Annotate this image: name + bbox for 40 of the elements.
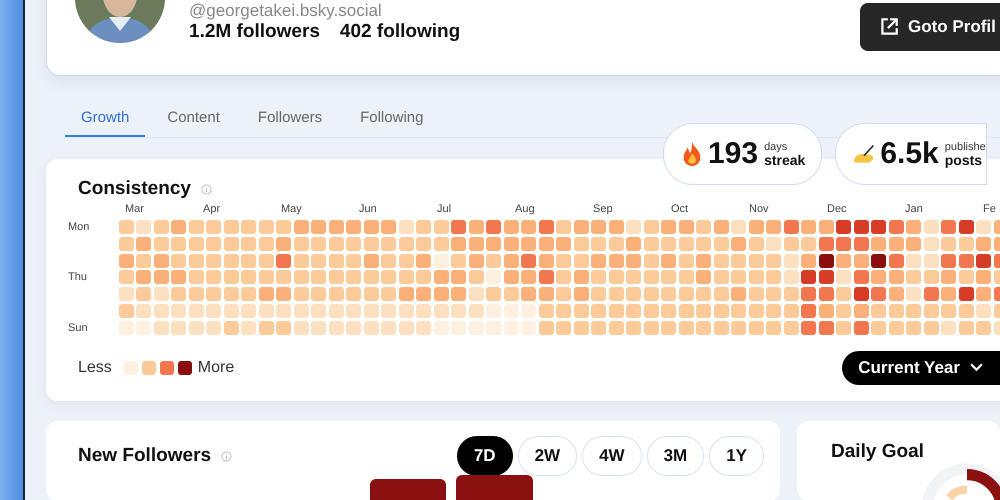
stat-value: 6.5k (880, 137, 939, 171)
month-label: Oct (671, 203, 690, 217)
day-label: Thu (68, 271, 88, 284)
stat-label: posts (944, 154, 982, 167)
month-label: Dec (827, 203, 848, 217)
following-count: 402 following (340, 21, 460, 43)
month-label: Jul (437, 203, 452, 217)
tab[interactable]: Content (151, 105, 236, 137)
stat-value: 193 (708, 137, 758, 171)
month-label: Nov (749, 203, 770, 217)
month-label: Fe (983, 203, 997, 217)
range-button[interactable]: 4W (582, 436, 642, 476)
day-label: Sun (68, 322, 89, 334)
range-button[interactable]: 7D (456, 436, 513, 476)
day-label: Mon (68, 221, 90, 233)
month-label: Aug (515, 203, 536, 217)
month-label: Jun (359, 203, 378, 217)
month-label: Sep (593, 203, 614, 217)
follower-count: 1.2M followers (189, 21, 320, 43)
month-label: Apr (203, 203, 222, 217)
tab[interactable]: Following (344, 105, 440, 137)
legend-more: More (198, 358, 234, 377)
stat-unit: days (764, 141, 788, 154)
period-dropdown[interactable]: Current Year (842, 350, 1000, 385)
stat-label: streak (764, 154, 806, 167)
goto-profile-button[interactable]: Goto Profil (860, 3, 1000, 51)
profile-handle: @georgetakei.bsky.social (189, 1, 383, 21)
month-label: Jan (905, 203, 924, 217)
card-title: Daily Goal (831, 441, 924, 462)
tab[interactable]: Growth (65, 105, 146, 137)
card-title: Consistency (78, 178, 191, 200)
card-title: New Followers (78, 445, 212, 467)
range-button[interactable]: 3M (646, 436, 704, 476)
month-label: May (281, 203, 303, 217)
range-button[interactable]: 1Y (709, 436, 764, 476)
stat-unit: publishe (944, 141, 986, 154)
tab[interactable]: Followers (242, 105, 338, 137)
legend-less: Less (78, 358, 112, 377)
range-button[interactable]: 2W (518, 436, 578, 476)
month-label: Mar (125, 203, 145, 217)
